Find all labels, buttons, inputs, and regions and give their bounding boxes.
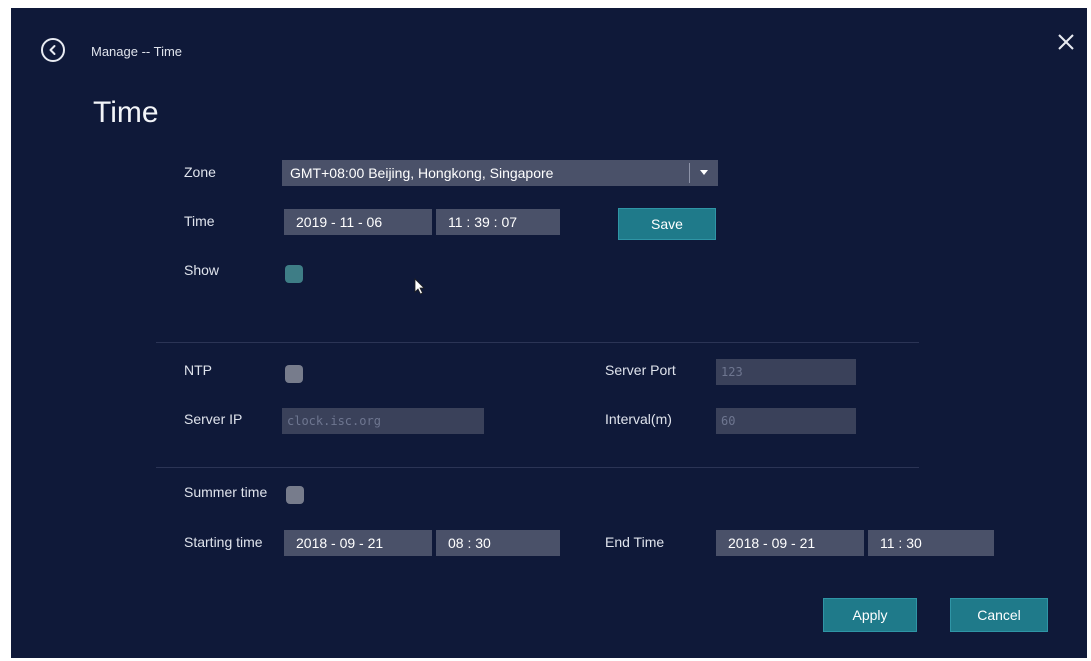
page-title: Time [93,96,159,129]
apply-button[interactable]: Apply [823,598,917,632]
summer-time-checkbox[interactable] [286,486,304,504]
server-port-input[interactable]: 123 [716,359,856,385]
cancel-button[interactable]: Cancel [950,598,1048,632]
section-divider [156,467,919,468]
time-date-field[interactable]: 2019 - 11 - 06 [284,209,432,235]
end-time-clock-field[interactable]: 11 : 30 [868,530,994,556]
interval-input[interactable]: 60 [716,408,856,434]
zone-select[interactable]: GMT+08:00 Beijing, Hongkong, Singapore [282,160,718,186]
show-checkbox[interactable] [285,265,303,283]
save-button[interactable]: Save [618,208,716,240]
back-button[interactable] [41,38,65,62]
zone-label: Zone [184,164,216,180]
close-icon [1058,34,1074,50]
mouse-pointer-icon [414,278,425,295]
show-label: Show [184,262,220,278]
starting-time-label: Starting time [184,534,263,550]
section-divider [156,342,919,343]
breadcrumb: Manage -- Time [91,44,183,59]
time-settings-panel: Manage -- Time Time Zone GMT+08:00 Beiji… [11,8,1087,658]
end-time-date-field[interactable]: 2018 - 09 - 21 [716,530,864,556]
ntp-checkbox[interactable] [285,365,303,383]
time-clock-field[interactable]: 11 : 39 : 07 [436,209,560,235]
close-button[interactable] [1056,32,1076,52]
time-label: Time [184,213,215,229]
zone-value: GMT+08:00 Beijing, Hongkong, Singapore [290,165,554,181]
ntp-label: NTP [184,362,212,378]
starting-time-clock-field[interactable]: 08 : 30 [436,530,560,556]
server-port-label: Server Port [605,362,676,378]
back-icon [49,45,56,55]
server-ip-input[interactable]: clock.isc.org [282,408,484,434]
interval-label: Interval(m) [605,411,672,427]
server-ip-label: Server IP [184,411,243,427]
dropdown-caret-icon[interactable] [689,163,718,183]
end-time-label: End Time [605,534,665,550]
starting-time-date-field[interactable]: 2018 - 09 - 21 [284,530,432,556]
summer-time-label: Summer time [184,484,268,500]
